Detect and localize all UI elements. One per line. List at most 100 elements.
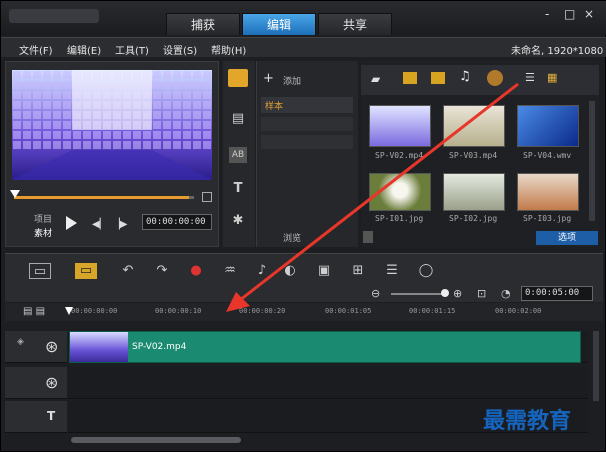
timeline-vscroll[interactable] [593,331,599,401]
clip-mode-label[interactable]: 素材 [34,226,52,239]
title-icon[interactable]: T [229,181,247,197]
graphics-icon[interactable]: ✱ [229,213,247,229]
title-track-header[interactable]: T [5,401,67,433]
subtitle-icon[interactable]: ▣ [315,263,333,279]
ruler-tick: 00:00:00:20 [239,307,286,315]
add-icon[interactable]: + [263,71,274,86]
maximize-button[interactable]: □ [564,7,575,21]
thumb-caption: SP-I03.jpg [523,214,572,223]
menu-tools[interactable]: 工具(T) [115,42,149,57]
film-reel-icon: ⊛ [45,373,59,392]
tab-edit[interactable]: 编辑 [242,13,316,35]
preview-video[interactable] [12,70,212,180]
undo-icon[interactable]: ↶ [119,263,137,279]
video-filter-icon[interactable] [403,72,417,84]
web-filter-icon[interactable] [487,70,503,86]
menu-help[interactable]: 帮助(H) [211,42,246,57]
play-icon[interactable] [66,216,77,230]
tab-capture[interactable]: 捕获 [166,13,240,35]
playhead-marker[interactable] [65,307,73,315]
speed-icon[interactable]: ☰ [383,263,401,279]
snapshot-icon[interactable] [202,192,212,202]
timeline-view-icon[interactable]: ▭ [75,263,97,279]
film-reel-icon: ⊛ [45,337,59,356]
zoom-in-icon[interactable]: ⊕ [453,287,462,300]
timeline-clip[interactable]: SP-V02.mp4 [69,331,581,363]
instant-project-icon[interactable]: ▤ [229,111,247,127]
folder-icon[interactable]: ▰ [371,72,380,86]
loop-icon[interactable]: ◯ [417,263,435,279]
audio-mixer-icon[interactable]: ♒ [221,263,239,279]
project-mode-label[interactable]: 项目 [34,212,52,225]
library-filter-bar: ▰ ♫ ☰ ▦ [361,65,599,95]
library-thumb[interactable] [443,173,505,211]
duration-field[interactable]: 0:00:05:00 [521,286,593,301]
ruler-tick: 00:00:01:05 [325,307,372,315]
list-view-icon[interactable]: ☰ [525,71,535,84]
title-icon: T [47,409,56,423]
collapse-icon[interactable] [363,231,373,243]
folder-item-blurred[interactable] [261,135,353,149]
ruler-tick: 00:00:02:00 [495,307,542,315]
clip-thumbnail [70,332,128,362]
library-scrollbar[interactable] [589,101,595,221]
redo-icon[interactable]: ↷ [153,263,171,279]
menu-bar: 文件(F) 编辑(E) 工具(T) 设置(S) 帮助(H) 未命名, 1920*… [1,37,606,57]
tab-share[interactable]: 共享 [318,13,392,35]
menu-settings[interactable]: 设置(S) [163,42,197,57]
add-folder-button[interactable]: 添加 [283,74,301,87]
ripple-icon[interactable]: ◈ [17,337,24,347]
overlay-track-header[interactable]: ⊛ [5,367,67,399]
zoom-slider[interactable] [391,293,443,295]
media-icon[interactable] [228,69,248,87]
video-editor-window: 捕获 编辑 共享 - □ × 文件(F) 编辑(E) 工具(T) 设置(S) 帮… [0,0,606,452]
next-frame-icon[interactable]: ▕▶ [112,219,127,230]
auto-music-icon[interactable]: ♪ [253,263,271,279]
thumb-caption: SP-I01.jpg [375,214,424,223]
library-thumb[interactable] [369,173,431,211]
library-thumb[interactable] [369,105,431,147]
project-info: 未命名, 1920*1080 [511,46,604,57]
record-icon[interactable]: ● [187,263,205,279]
menu-edit[interactable]: 编辑(E) [67,42,101,57]
menu-file[interactable]: 文件(F) [19,42,53,57]
library-thumb[interactable] [443,105,505,147]
fit-icon[interactable]: ⊡ [477,287,486,300]
thumbnail-view-icon[interactable]: ▦ [547,71,557,84]
zoom-handle[interactable] [441,289,449,297]
sample-folder[interactable]: 样本 [261,97,353,113]
motion-icon[interactable]: ◐ [281,263,299,279]
timeline-ruler[interactable]: ▤ ▤ 00:00:00:00 00:00:00:10 00:00:00:20 … [5,303,603,321]
timeline-toolbar: ▭ ▭ ↶ ↷ ● ♒ ♪ ◐ ▣ ⊞ ☰ ◯ [5,253,603,287]
timeline-scrollbar[interactable] [71,437,241,443]
watermark: 最需教育 [483,408,572,434]
close-button[interactable]: × [584,7,594,21]
video-track-header[interactable]: ⊛ ◈ [5,331,67,363]
library-thumb[interactable] [517,173,579,211]
track-manager-icon[interactable]: ▤ ▤ [23,306,45,317]
folder-item-blurred[interactable] [261,117,353,131]
overlay-track[interactable] [68,367,588,399]
timecode-field[interactable]: 00:00:00:00 [142,214,212,230]
trim-start-marker[interactable] [10,190,20,198]
storyboard-view-icon[interactable]: ▭ [29,263,51,279]
library-tools: ▤ AB T ✱ [223,61,255,247]
zoom-out-icon[interactable]: ⊖ [371,287,380,300]
photo-filter-icon[interactable] [431,72,445,84]
minimize-button[interactable]: - [545,7,549,21]
options-button[interactable]: 选项 [536,231,598,245]
title-text-blurred [9,9,99,23]
clock-icon[interactable]: ◔ [501,287,511,300]
thumb-caption: SP-V04.wmv [523,151,572,160]
title-bar: 捕获 编辑 共享 - □ × [1,1,606,35]
transition-icon[interactable]: AB [229,147,247,163]
preview-frame-graphic [12,70,212,180]
zoom-row: ⊖ ⊕ ⊡ ◔ 0:00:05:00 [5,286,603,302]
library-thumb[interactable] [517,105,579,147]
browse-button[interactable]: 浏览 [283,231,301,244]
multicam-icon[interactable]: ⊞ [349,263,367,279]
scrubber-range [14,196,189,199]
preview-scrubber[interactable] [14,196,194,199]
audio-filter-icon[interactable]: ♫ [459,69,471,84]
prev-frame-icon[interactable]: ◀▏ [92,219,107,230]
